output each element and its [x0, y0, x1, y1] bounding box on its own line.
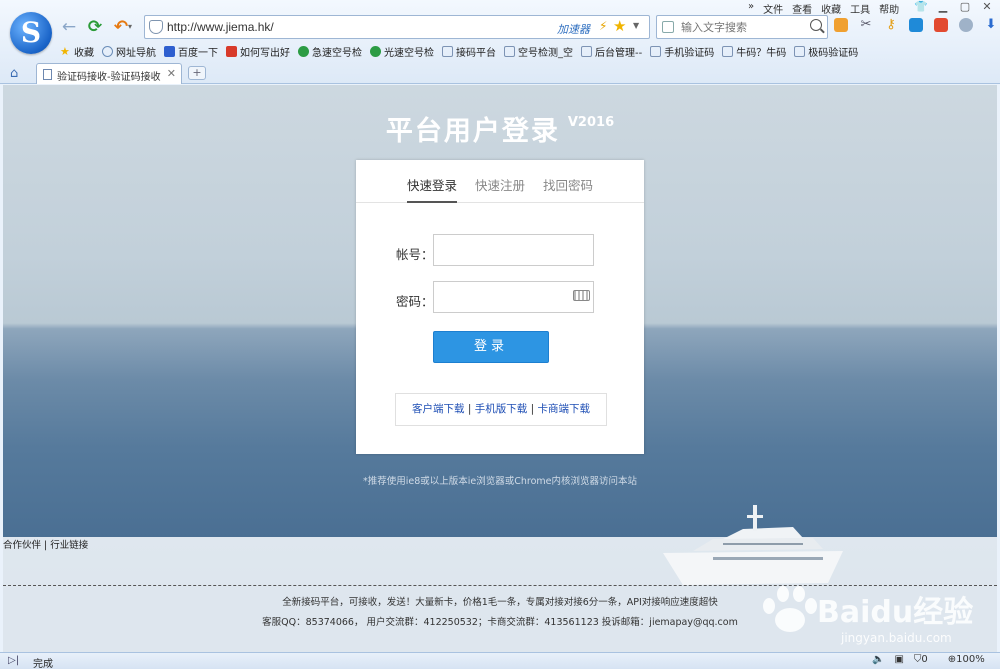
bookmark-write-well[interactable]: 如何写出好 [226, 42, 290, 60]
url-text[interactable]: http://www.jiema.hk/ [167, 20, 274, 34]
zoom-control[interactable]: ⊕100% [948, 654, 995, 665]
skin-icon[interactable]: 👕 [910, 0, 932, 13]
star-icon: ★ [60, 44, 70, 58]
refresh-button[interactable]: ⟳ [84, 16, 106, 38]
password-input[interactable] [433, 281, 594, 313]
menu-view[interactable]: 查看 [792, 1, 812, 16]
accelerator-link[interactable]: 加速器 [557, 21, 590, 37]
page-icon [43, 69, 52, 80]
back-button[interactable]: ← [58, 16, 80, 38]
menu-more[interactable]: » [748, 1, 754, 15]
client-download-link[interactable]: 客户端下载 [412, 403, 465, 415]
search-bar [656, 15, 828, 39]
scissors-icon[interactable]: ✂ [859, 18, 873, 32]
partners-links[interactable]: 合作伙伴 | 行业链接 [3, 537, 88, 551]
login-tabs: 快速登录 快速注册 找回密码 [356, 174, 644, 203]
login-button[interactable]: 登录 [433, 331, 549, 363]
account-input[interactable] [433, 234, 594, 266]
tab-title: 验证码接收-验证码接收 [57, 72, 161, 83]
address-bar[interactable]: http://www.jiema.hk/ 加速器 ⚡ ★ ▼ [144, 15, 650, 39]
sidebar-toggle-icon[interactable]: ▷| [8, 655, 19, 666]
maximize-button[interactable]: ▢ [954, 0, 976, 13]
bookmark-favorites[interactable]: ★ 收藏 [60, 42, 94, 60]
bookmark-baidu[interactable]: 百度一下 [164, 42, 218, 60]
version-badge: V2016 [567, 115, 615, 130]
page-icon [442, 45, 453, 57]
globe-icon [102, 45, 113, 57]
bookmark-niuma[interactable]: 牛码？牛码 [722, 42, 786, 60]
page-icon [581, 45, 592, 57]
login-card: 快速登录 快速注册 找回密码 帐号： 密码： 登录 客户端下载 | 手机版下载 … [356, 160, 644, 454]
bookmark-fast-check-2[interactable]: 光速空号检 [370, 42, 434, 60]
address-dropdown-icon[interactable]: ▼ [633, 21, 639, 30]
search-input[interactable] [681, 19, 807, 35]
svg-text:Baidu经验: Baidu经验 [817, 595, 973, 630]
swirl-icon [370, 45, 381, 57]
menu-bar: » 文件 查看 收藏 工具 帮助 [748, 1, 908, 16]
bookmark-jima[interactable]: 极码验证码 [794, 42, 858, 60]
home-icon[interactable]: ⌂ [10, 66, 18, 81]
search-engine-icon[interactable] [662, 21, 674, 33]
svg-text:jingyan.baidu.com: jingyan.baidu.com [840, 631, 952, 645]
card-download-link[interactable]: 卡商端下载 [537, 403, 590, 415]
favorite-star-icon[interactable]: ★ [613, 17, 626, 35]
new-tab-button[interactable]: + [188, 66, 206, 80]
browser-toolbar: S ← ⟳ ↶ ▾ http://www.jiema.hk/ 加速器 ⚡ ★ ▼… [0, 0, 1000, 84]
status-right-icons: 🔈 ▣ ⛉0 ⊕100% [872, 654, 1000, 665]
speaker-icon[interactable]: 🔈 [872, 654, 884, 665]
password-label: 密码： [396, 294, 434, 309]
bookmark-fast-check-1[interactable]: 急速空号检 [298, 42, 362, 60]
bookmark-admin[interactable]: 后台管理-- [581, 42, 642, 60]
bookmarks-bar: ★ 收藏 网址导航 百度一下 如何写出好 急速空号检 光速空号检 接码平台 空号检… [0, 42, 1000, 60]
baidu-jingyan-watermark: Baidu经验 jingyan.baidu.com [763, 586, 973, 645]
smiley-icon[interactable] [959, 18, 973, 32]
menu-tools[interactable]: 工具 [850, 1, 870, 16]
tab-quick-register[interactable]: 快速注册 [475, 174, 525, 203]
key-icon[interactable]: ⚷ [884, 18, 898, 32]
toolbar-icons: ✂ ⚷ ⬇ [834, 18, 1000, 32]
status-text: 完成 [33, 659, 53, 669]
shield-icon [149, 20, 163, 34]
bookmark-empty-check[interactable]: 空号检测_空 [504, 42, 573, 60]
app-icon[interactable] [934, 18, 948, 32]
search-tool-icon[interactable] [909, 18, 923, 32]
browser-recommendation: *推荐使用ie8或以上版本ie浏览器或Chrome内核浏览器访问本站 [362, 476, 638, 487]
window-controls: 👕 ▁ ▢ ✕ [910, 0, 998, 13]
undo-dropdown-icon[interactable]: ▾ [128, 22, 132, 31]
bookmark-url-nav[interactable]: 网址导航 [102, 42, 156, 60]
page-icon [794, 45, 806, 57]
baidu-paw-icon [164, 45, 175, 57]
download-links: 客户端下载 | 手机版下载 | 卡商端下载 [395, 393, 607, 426]
mobile-download-link[interactable]: 手机版下载 [475, 403, 528, 415]
page-icon [650, 45, 662, 57]
close-window-button[interactable]: ✕ [976, 0, 998, 13]
page-icon [722, 45, 734, 57]
windmill-icon [226, 45, 237, 57]
menu-help[interactable]: 帮助 [879, 1, 899, 16]
search-icon[interactable] [810, 19, 822, 31]
device-icon[interactable]: ▣ [894, 654, 903, 665]
menu-file[interactable]: 文件 [763, 1, 783, 16]
lightning-icon[interactable]: ⚡ [599, 19, 607, 33]
keyboard-icon[interactable] [573, 290, 590, 301]
shield-status-icon[interactable]: ⛉0 [914, 654, 938, 665]
tab-strip: ⌂ 验证码接收-验证码接收 ✕ + [0, 62, 1000, 84]
close-tab-icon[interactable]: ✕ [167, 67, 176, 80]
tab-recover-password[interactable]: 找回密码 [543, 174, 593, 203]
tab-quick-login[interactable]: 快速登录 [406, 174, 457, 203]
sidebar-icon[interactable] [834, 18, 848, 32]
menu-favorites[interactable]: 收藏 [821, 1, 841, 16]
bookmark-sms-code[interactable]: 手机验证码 [650, 42, 714, 60]
tab-active[interactable]: 验证码接收-验证码接收 ✕ [36, 63, 182, 84]
page-icon [504, 45, 515, 57]
account-label: 帐号： [396, 247, 434, 262]
minimize-button[interactable]: ▁ [932, 0, 954, 13]
bookmark-code-platform[interactable]: 接码平台 [442, 42, 496, 60]
download-icon[interactable]: ⬇ [984, 18, 998, 32]
page-title: 平台用户登录 V2016 [385, 115, 615, 147]
swirl-icon [298, 45, 309, 57]
page-viewport: 平台用户登录 V2016 快速登录 快速注册 找回密码 帐号： 密码： 登录 客户… [3, 85, 997, 652]
status-bar: ▷| 完成 🔈 ▣ ⛉0 ⊕100% [0, 652, 1000, 669]
